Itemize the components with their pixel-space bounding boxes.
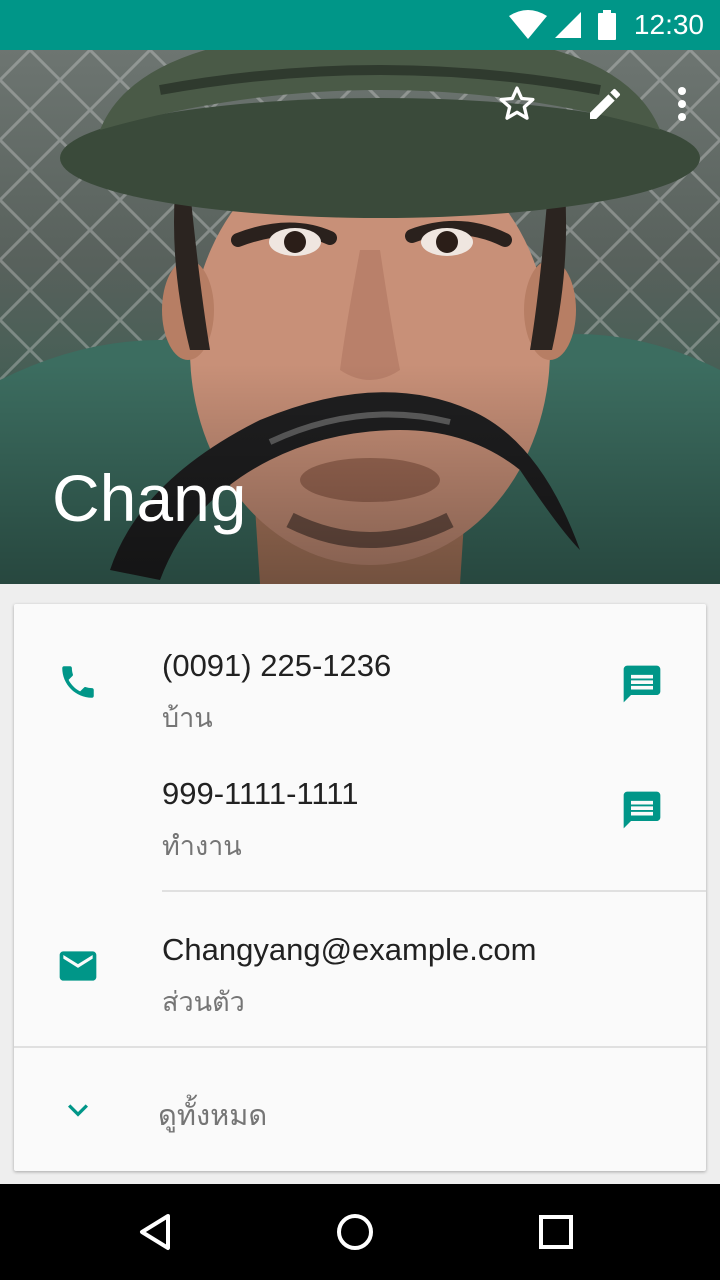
cell-signal-icon (554, 11, 582, 39)
see-all-button[interactable] (14, 1048, 706, 1171)
battery-icon (597, 10, 616, 40)
expand-more-icon (54, 1086, 102, 1134)
send-message-button[interactable] (614, 784, 670, 840)
phone-label: ทำงาน (162, 831, 242, 861)
edit-icon (585, 84, 625, 129)
back-button[interactable] (124, 1202, 188, 1266)
phone-label: บ้าน (162, 703, 213, 733)
wifi-icon (508, 10, 548, 40)
more-options-button[interactable] (654, 78, 710, 134)
back-icon (136, 1212, 176, 1257)
email-label: ส่วนตัว (162, 987, 245, 1017)
home-icon (335, 1212, 375, 1257)
phone-row-home[interactable]: (0091) 225-1236 บ้าน (14, 634, 706, 746)
see-all-label: ดูทั้งหมด (158, 1100, 268, 1132)
status-bar: 12:30 (0, 0, 720, 50)
message-icon (620, 788, 664, 837)
recents-button[interactable] (524, 1202, 588, 1266)
star-icon (497, 84, 537, 129)
email-address: Changyang@example.com (162, 932, 537, 967)
home-button[interactable] (323, 1202, 387, 1266)
phone-icon (54, 658, 102, 706)
contact-name: Chang (52, 461, 247, 535)
contact-details-card: (0091) 225-1236 บ้าน 999-1111-1111 ทำงาน… (14, 604, 706, 1171)
email-row[interactable]: Changyang@example.com ส่วนตัว (14, 916, 706, 1028)
phone-row-work[interactable]: 999-1111-1111 ทำงาน (14, 762, 706, 874)
phone-number: (0091) 225-1236 (162, 648, 392, 683)
status-icons: 12:30 (508, 0, 704, 50)
favorite-button[interactable] (489, 78, 545, 134)
edit-button[interactable] (577, 78, 633, 134)
contact-photo-header: Chang (0, 50, 720, 584)
send-message-button[interactable] (614, 658, 670, 714)
phone-number: 999-1111-1111 (162, 776, 359, 811)
divider (162, 890, 706, 892)
message-icon (620, 662, 664, 711)
navigation-bar (0, 1184, 720, 1280)
more-vert-icon (676, 86, 688, 127)
status-time: 12:30 (633, 9, 704, 40)
recents-icon (538, 1214, 574, 1255)
email-icon (54, 942, 102, 990)
